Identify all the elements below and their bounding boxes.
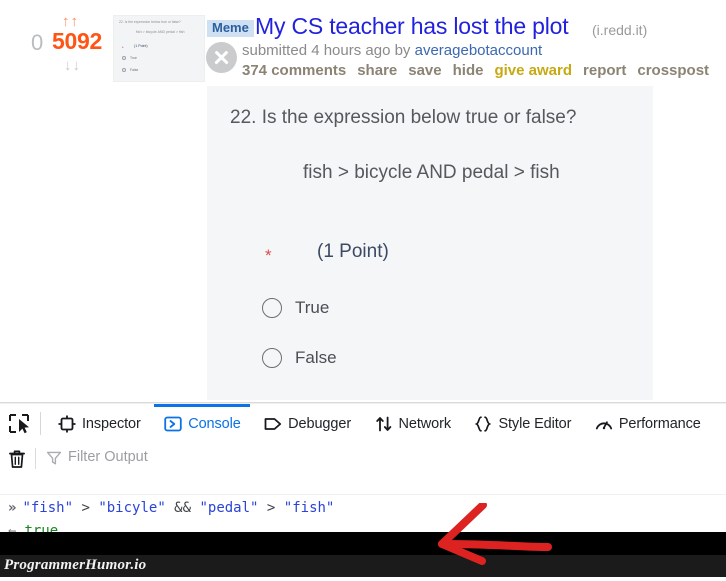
thumbnail-radio-true [122,56,126,60]
downvote-arrow-icon[interactable]: ↓↓ [64,58,81,73]
console-token-string: "pedal" [199,500,259,516]
tab-inspector-label: Inspector [82,415,141,432]
tab-style-editor[interactable]: Style Editor [464,404,580,443]
vote-zero-label: 0 [31,30,44,55]
thumbnail-question: 22. Is the expression below true or fals… [119,20,181,24]
thumbnail-expression: fish > bicycle AND pedal > fish [136,30,185,34]
tab-debugger[interactable]: Debugger [254,404,360,443]
console-token-operator: && [165,500,200,516]
vote-score: 5092 [52,28,102,54]
avatar [206,42,237,73]
upvote-arrow-icon[interactable]: ↑↑ [62,14,79,29]
quiz-expression: fish > bicycle AND pedal > fish [303,162,560,183]
filterbar-separator [35,448,36,469]
radio-button-icon[interactable] [262,298,282,318]
post-flair-badge[interactable]: Meme [207,20,254,38]
filter-funnel-icon [46,450,62,466]
black-bar [0,532,726,555]
filter-output-input[interactable]: Filter Output [68,449,148,465]
console-token-string: "fish" [22,500,74,516]
quiz-option-true-label: True [295,298,330,317]
tab-performance-label: Performance [618,415,701,432]
console-input-line[interactable]: » "fish" > "bicyle" && "pedal" > "fish" [8,500,334,516]
action-crosspost[interactable]: crosspost [637,62,709,79]
post-title-link[interactable]: My CS teacher has lost the plot [255,13,569,40]
style-editor-braces-icon [473,414,493,434]
tab-network[interactable]: Network [365,404,460,443]
trash-icon[interactable] [6,448,28,470]
tab-console-label: Console [188,415,241,432]
tab-debugger-label: Debugger [288,415,352,432]
post-thumbnail[interactable]: 22. Is the expression below true or fals… [113,15,205,82]
thumbnail-label-true: True [130,56,137,60]
devtools-toolbar: Inspector Console Debugger Network Style… [0,404,726,444]
network-arrows-icon [374,414,394,434]
console-token-string: "bicyle" [98,500,166,516]
action-report[interactable]: report [583,62,626,79]
thumbnail-radio-false [122,68,126,72]
tab-inspector[interactable]: Inspector [48,404,150,443]
screenshot-root: ↑↑ 0 5092 ↓↓ 22. Is the expression below… [0,0,726,581]
quiz-option-false-label: False [295,348,337,367]
tab-performance[interactable]: Performance [585,404,710,443]
action-share[interactable]: share [357,62,397,79]
console-top-rule [0,494,726,495]
quiz-question-number: 22. [230,107,257,128]
post-actions: 374 comments share save hide give award repor… [242,62,720,79]
tab-network-label: Network [398,415,452,432]
post-submitted-line: submitted 4 hours ago by averagebotaccou… [242,42,542,59]
tab-style-editor-label: Style Editor [498,415,572,432]
clipped-row-above [350,0,726,6]
action-save[interactable]: save [408,62,441,79]
required-asterisk: * [265,246,272,265]
thumbnail-label-false: False [130,68,139,72]
post-domain-label[interactable]: (i.redd.it) [592,22,647,38]
console-token-operator: > [258,500,284,516]
quiz-points-label: (1 Point) [317,241,389,262]
inspector-target-icon [57,414,77,434]
action-give-award[interactable]: give award [494,62,572,79]
action-comments[interactable]: 374 comments [242,62,346,79]
thumbnail-points: (1 Point) [134,44,148,48]
quiz-question-text: Is the expression below true or false? [261,107,577,128]
debugger-tag-icon [263,414,283,434]
console-input-prompt: » [8,500,17,516]
action-hide[interactable]: hide [453,62,484,79]
submitted-prefix: submitted 4 hours ago by [242,42,415,59]
toolbar-separator [40,412,41,435]
console-token-string: "fish" [283,500,335,516]
post-author-link[interactable]: averagebotaccount [415,42,543,59]
console-filter-bar: Filter Output [0,443,726,475]
console-chevron-icon [163,414,183,434]
vote-box: ↑↑ 0 5092 ↓↓ [0,12,110,73]
console-token-operator: > [73,500,99,516]
tab-console[interactable]: Console [154,404,250,443]
element-picker-icon[interactable] [6,411,32,436]
devtools-tabs: Inspector Console Debugger Network Style… [48,404,710,443]
quiz-question-line: 22. Is the expression below true or fals… [230,107,576,129]
performance-gauge-icon [594,414,614,434]
reddit-post: ↑↑ 0 5092 ↓↓ 22. Is the expression below… [0,0,726,405]
quiz-image-panel: 22. Is the expression below true or fals… [207,86,653,400]
thumbnail-asterisk: * [122,45,124,50]
radio-button-icon[interactable] [262,348,282,368]
watermark-label: ProgrammerHumor.io [4,557,147,573]
